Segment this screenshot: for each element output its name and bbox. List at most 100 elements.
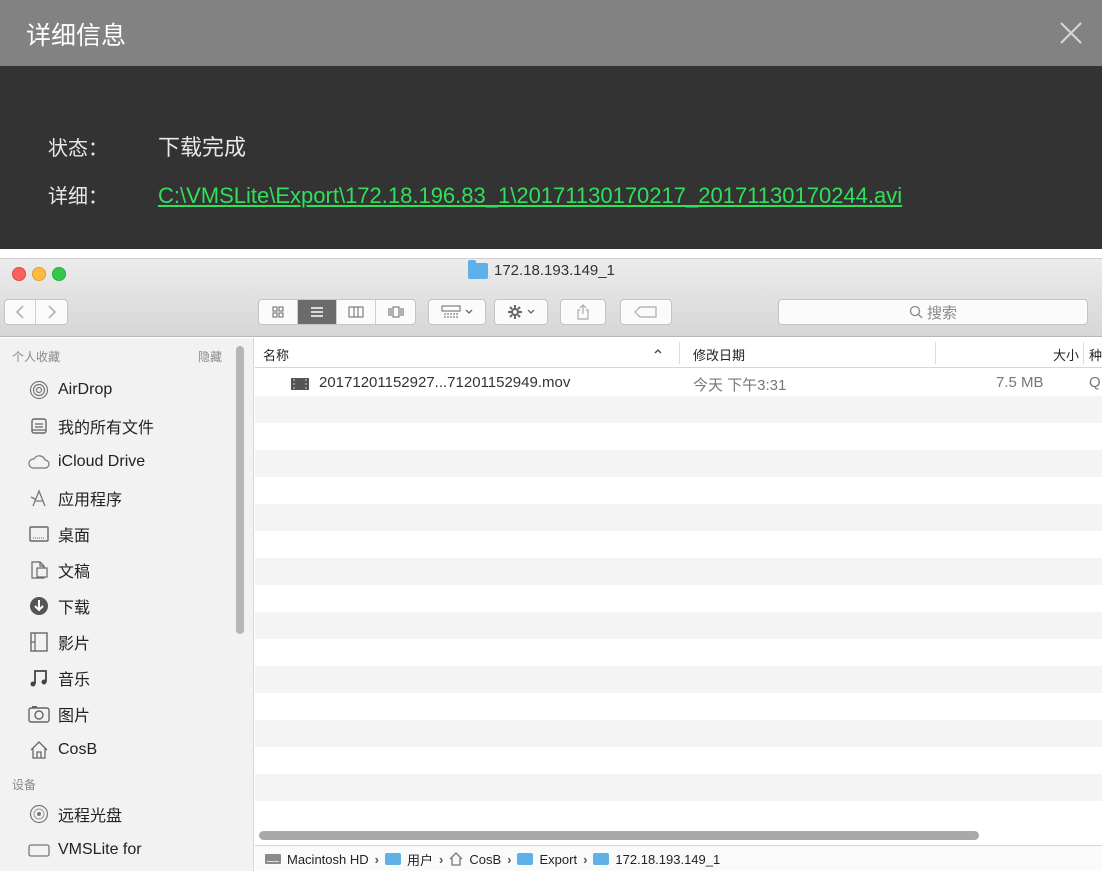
back-button[interactable]: [5, 300, 36, 324]
gear-icon: [508, 305, 522, 319]
path-item-users[interactable]: 用户: [407, 850, 433, 869]
close-icon[interactable]: [1058, 20, 1084, 46]
sidebar-item-desktop[interactable]: 桌面: [28, 520, 90, 548]
empty-row: [255, 639, 1102, 666]
hard-drive-icon: [265, 854, 281, 864]
tags-button[interactable]: [620, 299, 672, 325]
sidebar-item-home[interactable]: CosB: [28, 736, 97, 764]
empty-row: [255, 477, 1102, 504]
path-item-macintosh-hd[interactable]: Macintosh HD: [287, 852, 369, 867]
sidebar-item-label: 音乐: [58, 672, 91, 689]
sidebar-item-airdrop[interactable]: AirDrop: [28, 376, 112, 404]
folder-icon: [468, 259, 488, 279]
sidebar-item-label: 我的所有文件: [58, 420, 155, 437]
sidebar-item-label: AirDrop: [58, 381, 113, 398]
sidebar-item-pictures[interactable]: 图片: [28, 700, 90, 728]
sidebar-item-vmslite[interactable]: VMSLite for: [28, 836, 142, 864]
detail-dialog: 详细信息 状态： 下载完成 详细： C:\VMSLite\Export\172.18…: [0, 0, 1102, 249]
coverflow-view-button[interactable]: [376, 300, 415, 324]
sidebar-item-movies[interactable]: 影片: [28, 628, 90, 656]
grid-icon: [272, 306, 284, 318]
nav-buttons: [4, 299, 68, 325]
column-header-size[interactable]: 大小: [1053, 345, 1079, 364]
arrange-button[interactable]: [428, 299, 486, 325]
sidebar-item-downloads[interactable]: 下载: [28, 592, 90, 620]
path-item-export[interactable]: Export: [539, 852, 577, 867]
sidebar-item-remote-disc[interactable]: 远程光盘: [28, 800, 122, 828]
sidebar-item-icloud[interactable]: iCloud Drive: [28, 448, 145, 476]
file-modified: 今天 下午3:31: [693, 377, 787, 394]
applications-icon: [28, 487, 50, 509]
folder-icon: [517, 853, 534, 865]
sidebar-item-label: 远程光盘: [58, 808, 123, 825]
zoom-window-button[interactable]: [52, 267, 66, 281]
sidebar-scrollbar[interactable]: [236, 346, 244, 634]
icon-view-button[interactable]: [259, 300, 298, 324]
column-header-kind[interactable]: 种: [1089, 345, 1102, 364]
path-item-cosb[interactable]: CosB: [469, 852, 501, 867]
action-button[interactable]: [494, 299, 548, 325]
empty-row: [255, 531, 1102, 558]
empty-row: [255, 450, 1102, 477]
sidebar-item-label: 文稿: [58, 564, 91, 581]
downloads-icon: [28, 595, 50, 617]
status-row: 状态： 下载完成: [48, 130, 246, 162]
music-icon: [28, 667, 50, 689]
sidebar-item-label: 桌面: [58, 528, 91, 545]
dialog-title-bar: 详细信息: [0, 0, 1102, 66]
tag-icon: [634, 306, 657, 318]
sidebar-item-label: 应用程序: [58, 492, 123, 509]
list-view-button[interactable]: [298, 300, 337, 324]
column-divider[interactable]: [679, 342, 680, 364]
column-divider[interactable]: [1083, 342, 1084, 364]
chevron-down-icon: [527, 309, 535, 314]
minimize-window-button[interactable]: [32, 267, 46, 281]
search-placeholder: 搜索: [926, 303, 957, 322]
share-icon: [577, 304, 589, 320]
sidebar-item-all-files[interactable]: 我的所有文件: [28, 412, 154, 440]
column-view-button[interactable]: [337, 300, 376, 324]
columns-icon: [348, 306, 364, 318]
search-input[interactable]: 搜索: [778, 299, 1088, 325]
horizontal-scrollbar[interactable]: [259, 831, 979, 840]
cloud-icon: [28, 451, 50, 473]
file-list: 名称 修改日期 大小 种 20171201152927...7120115294…: [255, 338, 1102, 871]
search-icon: [909, 305, 923, 319]
video-file-icon: [291, 377, 309, 394]
users-folder-icon: [384, 853, 401, 865]
path-item-current[interactable]: 172.18.193.149_1: [615, 852, 720, 867]
documents-icon: [28, 559, 50, 581]
column-header: 名称 修改日期 大小 种: [255, 338, 1102, 368]
empty-row: [255, 585, 1102, 612]
detail-file-link[interactable]: C:\VMSLite\Export\172.18.196.83_1\201711…: [158, 183, 902, 208]
file-rows: 20171201152927...71201152949.mov 今天 下午3:…: [255, 369, 1102, 809]
desktop-icon: [28, 523, 50, 545]
window-title-text: 172.18.193.149_1: [494, 262, 615, 279]
empty-row: [255, 504, 1102, 531]
sidebar-item-applications[interactable]: 应用程序: [28, 484, 122, 512]
column-divider[interactable]: [935, 342, 936, 364]
detail-label: 详细：: [48, 184, 108, 208]
forward-button[interactable]: [36, 300, 67, 324]
share-button[interactable]: [560, 299, 606, 325]
sidebar-item-label: 图片: [58, 708, 91, 725]
disc-icon: [28, 803, 50, 825]
finder-window: 172.18.193.149_1 搜索 个人收藏 隐藏 AirDrop 我的所有…: [0, 258, 1102, 871]
file-size: 7.5 MB: [996, 374, 1044, 391]
sidebar-item-documents[interactable]: 文稿: [28, 556, 90, 584]
sidebar-item-label: iCloud Drive: [58, 453, 146, 470]
path-bar: Macintosh HD › 用户 › CosB › Export › 172.…: [255, 845, 1102, 871]
folder-icon: [593, 853, 610, 865]
column-header-name[interactable]: 名称: [263, 345, 289, 364]
close-window-button[interactable]: [12, 267, 26, 281]
sidebar-item-label: 影片: [58, 636, 91, 653]
sidebar-item-label: CosB: [58, 741, 98, 758]
column-header-modified[interactable]: 修改日期: [693, 345, 745, 364]
devices-header: 设备: [12, 778, 37, 792]
finder-sidebar: 个人收藏 隐藏 AirDrop 我的所有文件 iCloud Drive 应用程序…: [0, 338, 254, 871]
sidebar-item-music[interactable]: 音乐: [28, 664, 90, 692]
table-row[interactable]: 20171201152927...71201152949.mov 今天 下午3:…: [255, 369, 1102, 396]
hide-favorites-button[interactable]: 隐藏: [198, 348, 222, 365]
chevron-down-icon: [465, 309, 473, 314]
empty-row: [255, 720, 1102, 747]
